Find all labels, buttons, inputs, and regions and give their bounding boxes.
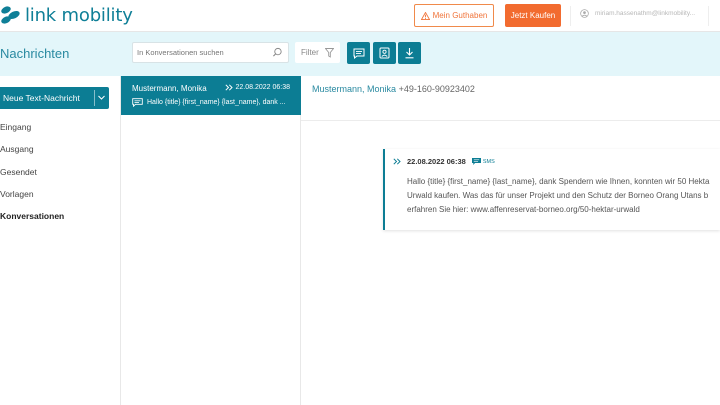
download-button[interactable]	[398, 42, 421, 64]
filter-label: Filter	[301, 48, 319, 57]
message-line: erfahren Sie hier: www.affenreservat-bor…	[407, 205, 640, 214]
search-input[interactable]	[137, 48, 267, 57]
sidebar-item-konversationen[interactable]: Konversationen	[0, 211, 64, 221]
new-text-message-label: Neue Text-Nachricht	[3, 93, 80, 103]
contact-name[interactable]: Mustermann, Monika	[312, 84, 396, 94]
my-credit-button[interactable]: Mein Guthaben	[414, 4, 494, 27]
filter-button[interactable]: Filter	[295, 42, 340, 63]
divider	[570, 6, 571, 26]
my-credit-label: Mein Guthaben	[432, 11, 488, 20]
contact-card-icon	[379, 47, 390, 59]
contact-header: Mustermann, Monika +49-160-90923402	[312, 84, 475, 94]
page-title: Nachrichten	[0, 46, 70, 61]
message-body: Hallo {title} {first_name} {last_name}, …	[407, 175, 720, 217]
new-conversation-button[interactable]	[347, 42, 370, 64]
double-chevron-right-icon	[224, 84, 233, 91]
list-item[interactable]: Mustermann, Monika 22.08.2022 06:38 Hall…	[121, 76, 301, 115]
buy-now-button[interactable]: Jetzt Kaufen	[505, 4, 561, 27]
warning-icon	[420, 11, 430, 20]
search-icon[interactable]	[272, 47, 283, 58]
double-chevron-right-icon	[393, 158, 401, 165]
message-card: 22.08.2022 06:38 SMS Hallo {title} {firs…	[383, 149, 720, 230]
chevron-down-icon[interactable]	[97, 93, 106, 102]
message-header: 22.08.2022 06:38 SMS	[393, 157, 495, 166]
contacts-button[interactable]	[373, 42, 396, 64]
logo-text: link mobility	[25, 4, 133, 26]
top-bar: link mobility Mein Guthaben Jetzt Kaufen…	[0, 0, 720, 32]
conversation-name: Mustermann, Monika	[132, 84, 207, 93]
message-type-badge: SMS	[471, 158, 495, 165]
user-menu[interactable]: miriam.hassenathm@linkmobility...	[580, 9, 695, 18]
new-text-message-button[interactable]: Neue Text-Nachricht	[0, 87, 109, 109]
message-line: Hallo {title} {first_name} {last_name}, …	[407, 177, 710, 186]
divider	[301, 120, 720, 121]
filter-icon	[324, 47, 334, 58]
sidebar-item-ausgang[interactable]: Ausgang	[0, 144, 34, 154]
user-email: miriam.hassenathm@linkmobility...	[595, 10, 696, 17]
sidebar-item-eingang[interactable]: Eingang	[0, 122, 31, 132]
conversation-preview-group: Hallo {title} {first_name} {last_name}, …	[132, 98, 286, 107]
logo[interactable]: link mobility	[0, 3, 133, 27]
download-icon	[405, 48, 414, 59]
chat-icon	[353, 48, 364, 59]
conversation-preview: Hallo {title} {first_name} {last_name}, …	[147, 99, 286, 106]
conversation-date-group: 22.08.2022 06:38	[224, 84, 291, 91]
divider	[708, 6, 709, 26]
conversation-list: Mustermann, Monika 22.08.2022 06:38 Hall…	[121, 76, 301, 405]
buy-now-label: Jetzt Kaufen	[510, 11, 556, 20]
conversation-detail: Mustermann, Monika +49-160-90923402 22.0…	[301, 76, 720, 405]
contact-phone: +49-160-90923402	[398, 84, 475, 94]
sidebar-item-vorlagen[interactable]: Vorlagen	[0, 189, 34, 199]
chat-icon	[132, 98, 143, 107]
sidebar-item-gesendet[interactable]: Gesendet	[0, 167, 37, 177]
search-box[interactable]	[132, 42, 289, 63]
logo-icon	[1, 6, 20, 24]
message-type: SMS	[482, 158, 495, 165]
sidebar: Neue Text-Nachricht Eingang Ausgang Gese…	[0, 76, 121, 405]
conversation-date: 22.08.2022 06:38	[235, 84, 291, 91]
chat-icon	[471, 158, 481, 165]
message-date: 22.08.2022 06:38	[407, 157, 466, 166]
message-line: Urwald kaufen. Was das für unser Projekt…	[407, 191, 709, 200]
user-icon	[580, 9, 589, 18]
button-split	[94, 90, 95, 106]
